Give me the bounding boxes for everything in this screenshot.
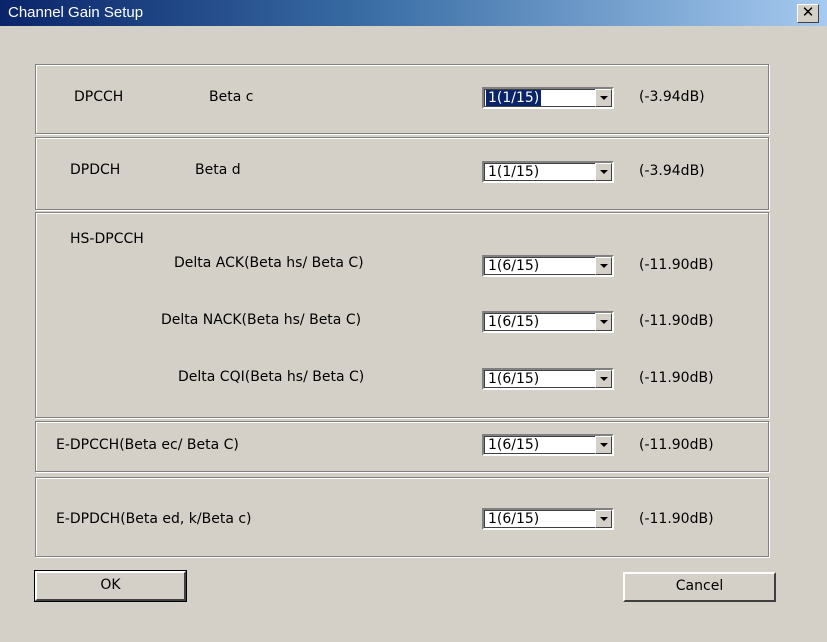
- dpdch-db-value: (-3.94dB): [639, 163, 705, 179]
- e-dpdch-value: 1(6/15): [488, 511, 540, 527]
- delta-cqi-label: Delta CQI(Beta hs/ Beta C): [178, 369, 365, 385]
- chevron-down-icon[interactable]: [595, 436, 612, 454]
- dpdch-beta-d-value: 1(1/15): [488, 164, 540, 180]
- dpdch-label: DPDCH: [70, 162, 121, 178]
- chevron-down-icon[interactable]: [595, 370, 612, 388]
- chevron-down-icon[interactable]: [595, 89, 612, 107]
- chevron-down-icon[interactable]: [595, 257, 612, 275]
- e-dpdch-label: E-DPDCH(Beta ed, k/Beta c): [56, 511, 252, 527]
- delta-nack-db-value: (-11.90dB): [639, 313, 714, 329]
- dpdch-group: DPDCH Beta d 1(1/15) (-3.94dB): [35, 137, 769, 210]
- e-dpdch-db-value: (-11.90dB): [639, 511, 714, 527]
- cancel-button[interactable]: Cancel: [623, 572, 776, 602]
- dpcch-group: DPCCH Beta c 1(1/15) (-3.94dB): [35, 64, 769, 134]
- delta-cqi-select[interactable]: 1(6/15): [482, 368, 614, 390]
- delta-cqi-value: 1(6/15): [488, 371, 540, 387]
- delta-ack-select[interactable]: 1(6/15): [482, 255, 614, 277]
- hs-dpcch-label: HS-DPCCH: [70, 231, 144, 247]
- chevron-down-icon[interactable]: [595, 510, 612, 528]
- dpdch-beta-d-select[interactable]: 1(1/15): [482, 161, 614, 183]
- dpcch-beta-c-label: Beta c: [209, 89, 254, 105]
- close-icon: ✕: [801, 3, 815, 21]
- e-dpdch-group: E-DPDCH(Beta ed, k/Beta c) 1(6/15) (-11.…: [35, 477, 769, 557]
- delta-ack-value: 1(6/15): [488, 258, 540, 274]
- dpcch-beta-c-value: 1(1/15): [486, 90, 542, 106]
- delta-nack-label: Delta NACK(Beta hs/ Beta C): [161, 312, 362, 328]
- delta-ack-db-value: (-11.90dB): [639, 257, 714, 273]
- e-dpdch-select[interactable]: 1(6/15): [482, 508, 614, 530]
- window-title: Channel Gain Setup: [8, 4, 144, 21]
- delta-nack-select[interactable]: 1(6/15): [482, 311, 614, 333]
- channel-gain-setup-dialog: Channel Gain Setup ✕ DPCCH Beta c 1(1/15…: [0, 0, 827, 642]
- e-dpcch-select[interactable]: 1(6/15): [482, 434, 614, 456]
- delta-cqi-db-value: (-11.90dB): [639, 370, 714, 386]
- e-dpcch-value: 1(6/15): [488, 437, 540, 453]
- e-dpcch-label: E-DPCCH(Beta ec/ Beta C): [56, 437, 239, 453]
- close-button[interactable]: ✕: [797, 4, 819, 23]
- dpcch-label: DPCCH: [74, 89, 124, 105]
- title-bar[interactable]: Channel Gain Setup ✕: [0, 0, 827, 26]
- hs-dpcch-group: HS-DPCCH Delta ACK(Beta hs/ Beta C) 1(6/…: [35, 212, 769, 418]
- ok-button[interactable]: OK: [34, 570, 187, 602]
- delta-nack-value: 1(6/15): [488, 314, 540, 330]
- delta-ack-label: Delta ACK(Beta hs/ Beta C): [174, 255, 364, 271]
- chevron-down-icon[interactable]: [595, 313, 612, 331]
- dpcch-db-value: (-3.94dB): [639, 89, 705, 105]
- e-dpcch-group: E-DPCCH(Beta ec/ Beta C) 1(6/15) (-11.90…: [35, 421, 769, 472]
- dpdch-beta-d-label: Beta d: [195, 162, 241, 178]
- chevron-down-icon[interactable]: [595, 163, 612, 181]
- e-dpcch-db-value: (-11.90dB): [639, 437, 714, 453]
- dpcch-beta-c-select[interactable]: 1(1/15): [482, 87, 614, 109]
